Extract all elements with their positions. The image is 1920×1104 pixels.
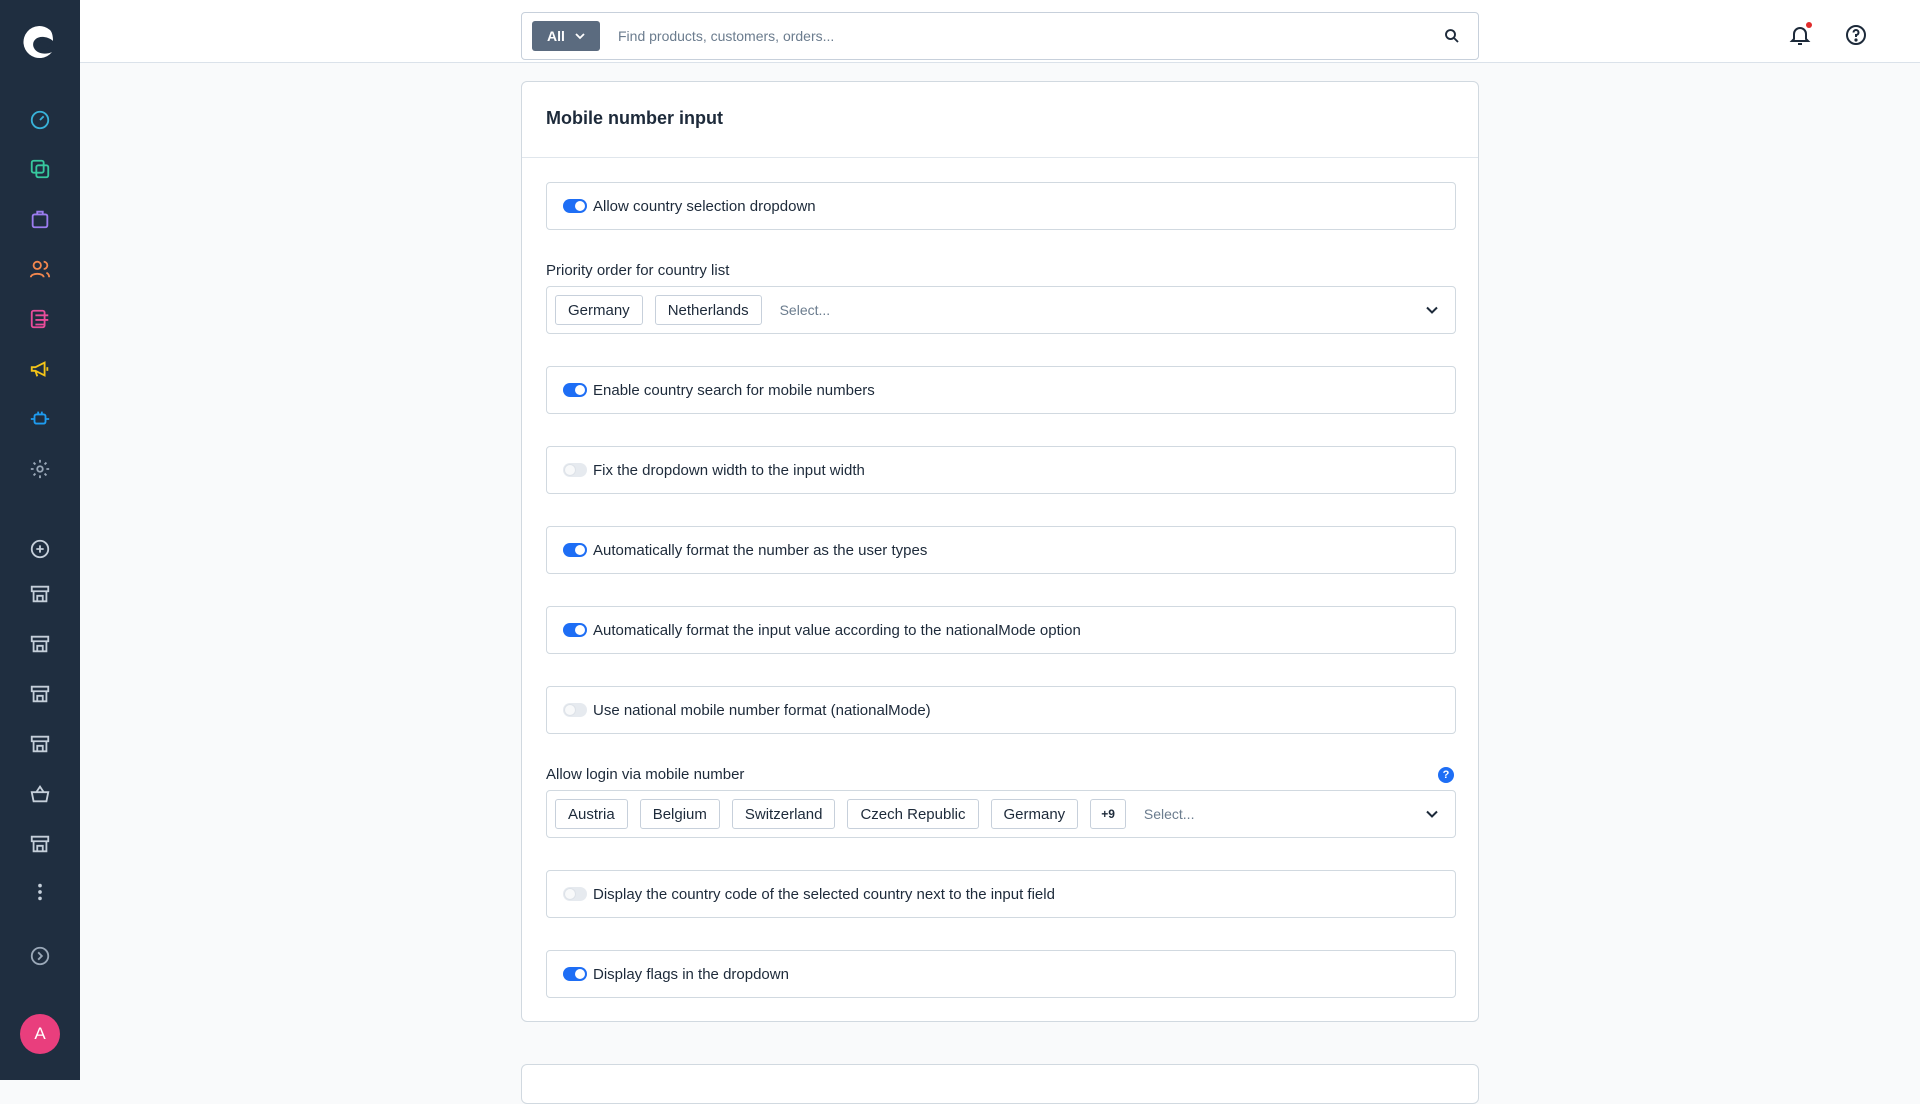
priority-order-label: Priority order for country list [546, 262, 730, 279]
display-country-code-label: Display the country code of the selected… [593, 885, 1055, 903]
display-country-code-toggle[interactable] [563, 887, 587, 901]
auto-format-national-label: Automatically format the input value acc… [593, 621, 1081, 639]
select-placeholder[interactable]: Select... [1144, 806, 1417, 822]
customers-icon[interactable] [26, 255, 54, 283]
allow-country-dropdown-toggle[interactable] [563, 199, 587, 213]
more-selected-chip[interactable]: +9 [1090, 799, 1126, 829]
auto-format-national-toggle[interactable] [563, 623, 587, 637]
sales-channel-icon[interactable] [26, 730, 54, 758]
auto-format-toggle[interactable] [563, 543, 587, 557]
fix-dropdown-width-label: Fix the dropdown width to the input widt… [593, 461, 865, 479]
national-mode-label: Use national mobile number format (natio… [593, 701, 931, 719]
avatar[interactable]: A [20, 1014, 60, 1054]
add-sales-channel-icon[interactable] [26, 535, 54, 563]
basket-icon[interactable] [26, 780, 54, 808]
extensions-icon[interactable] [26, 405, 54, 433]
auto-format-label: Automatically format the number as the u… [593, 541, 928, 559]
more-icon[interactable] [26, 878, 54, 906]
selected-chip[interactable]: Germany [555, 295, 643, 325]
select-placeholder[interactable]: Select... [780, 302, 1417, 318]
selected-chip[interactable]: Germany [990, 799, 1079, 829]
chevron-down-icon[interactable] [1417, 306, 1447, 314]
auto-format-national-row: Automatically format the input value acc… [546, 606, 1456, 654]
enable-country-search-row: Enable country search for mobile numbers [546, 366, 1456, 414]
priority-order-select[interactable]: Germany Netherlands Select... [546, 286, 1456, 334]
login-via-mobile-label: Allow login via mobile number [546, 766, 745, 783]
display-flags-toggle[interactable] [563, 967, 587, 981]
content-icon[interactable] [26, 305, 54, 333]
chevron-down-icon[interactable] [1417, 810, 1447, 818]
fix-dropdown-width-toggle[interactable] [563, 463, 587, 477]
enable-country-search-toggle[interactable] [563, 383, 587, 397]
display-flags-label: Display flags in the dropdown [593, 965, 789, 983]
marketing-icon[interactable] [26, 355, 54, 383]
search-icon[interactable] [1432, 16, 1472, 56]
topbar: All [80, 0, 1920, 63]
search-scope-label: All [547, 28, 565, 44]
sales-channel-icon[interactable] [26, 830, 54, 858]
chevron-down-icon [575, 33, 585, 40]
enable-country-search-label: Enable country search for mobile numbers [593, 381, 875, 399]
selected-chip[interactable]: Czech Republic [847, 799, 979, 829]
catalogue-icon[interactable] [26, 155, 54, 183]
selected-chip[interactable]: Netherlands [654, 295, 762, 325]
notification-dot [1806, 22, 1812, 28]
help-icon[interactable] [1843, 22, 1869, 48]
selected-chip[interactable]: Austria [555, 799, 628, 829]
expand-icon[interactable] [26, 942, 54, 970]
dashboard-icon[interactable] [26, 106, 54, 134]
settings-icon[interactable] [26, 455, 54, 483]
card-header: Mobile number input [522, 82, 1478, 158]
national-mode-row: Use national mobile number format (natio… [546, 686, 1456, 734]
sales-channel-icon[interactable] [26, 580, 54, 608]
allow-country-dropdown-label: Allow country selection dropdown [593, 197, 816, 215]
selected-chip[interactable]: Switzerland [731, 799, 836, 829]
display-flags-row: Display flags in the dropdown [546, 950, 1456, 998]
sales-channel-icon[interactable] [26, 680, 54, 708]
next-card [521, 1064, 1479, 1104]
card-title: Mobile number input [546, 108, 723, 128]
shopware-logo-icon[interactable] [20, 22, 60, 62]
search-scope-dropdown[interactable]: All [532, 21, 600, 51]
help-tooltip-icon[interactable]: ? [1438, 767, 1454, 783]
auto-format-row: Automatically format the number as the u… [546, 526, 1456, 574]
notification-bell-icon[interactable] [1787, 22, 1813, 48]
display-country-code-row: Display the country code of the selected… [546, 870, 1456, 918]
sales-channel-icon[interactable] [26, 630, 54, 658]
fix-dropdown-width-row: Fix the dropdown width to the input widt… [546, 446, 1456, 494]
national-mode-toggle[interactable] [563, 703, 587, 717]
sidebar: A [0, 0, 80, 1080]
global-search: All [521, 12, 1479, 60]
search-input[interactable] [616, 27, 1432, 45]
selected-chip[interactable]: Belgium [639, 799, 720, 829]
login-via-mobile-select[interactable]: Austria Belgium Switzerland Czech Republ… [546, 790, 1456, 838]
orders-icon[interactable] [26, 205, 54, 233]
allow-country-dropdown-row: Allow country selection dropdown [546, 182, 1456, 230]
mobile-number-input-card: Mobile number input Allow country select… [521, 81, 1479, 1022]
